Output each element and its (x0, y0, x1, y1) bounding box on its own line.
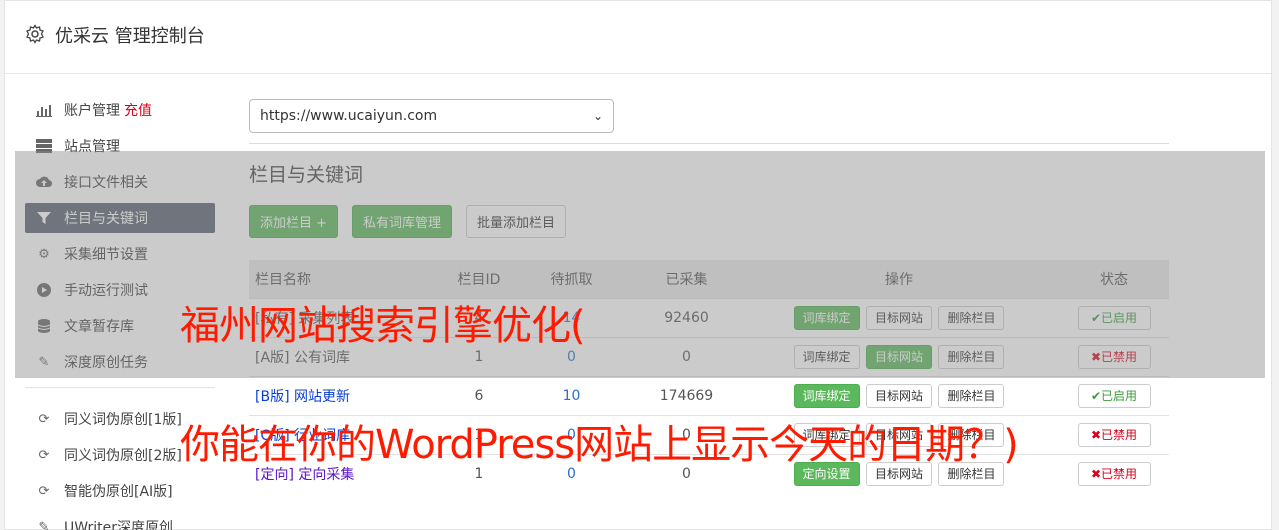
page-title: 优采云 管理控制台 (55, 26, 205, 47)
delete-column-button[interactable]: 删除栏目 (938, 383, 1005, 408)
header: 优采云 管理控制台 (5, 1, 1271, 74)
sidebar-item-label: UWriter深度原创 (64, 520, 173, 530)
sidebar-item-label: 同义词伪原创[1版] (64, 412, 182, 428)
sidebar-item-label: 智能伪原创[AI版] (64, 484, 173, 500)
target-site-button[interactable]: 目标网站 (865, 383, 932, 408)
status-label: 已启用 (1101, 388, 1138, 403)
status-label: 已禁用 (1101, 466, 1138, 481)
check-icon: ✔ (1090, 388, 1102, 403)
watermark-line-2: 你能在你的WordPress网站上显示今天的日期？) (180, 422, 1019, 468)
site-select-value: https://www.ucaiyun.com (260, 108, 438, 124)
site-select[interactable]: https://www.ucaiyun.com ⌄ (249, 99, 614, 133)
sidebar-item-label: 账户管理 (64, 103, 120, 119)
sidebar-item-ai-rewrite[interactable]: ⟳ 智能伪原创[AI版] (25, 476, 215, 506)
divider (249, 143, 1169, 144)
sidebar-item-account[interactable]: 账户管理 充值 (25, 95, 215, 125)
refresh-icon: ⟳ (38, 447, 50, 463)
close-icon: ✖ (1090, 427, 1102, 442)
collected-count: 174669 (634, 375, 739, 415)
status-badge[interactable]: ✖已禁用 (1077, 461, 1151, 486)
refresh-icon: ⟳ (38, 483, 50, 499)
watermark-line-1: 福州网站搜索引擎优化( (180, 303, 586, 349)
column-id: 6 (449, 375, 509, 415)
recharge-link[interactable]: 充值 (124, 100, 152, 120)
sidebar-divider (25, 387, 215, 388)
sidebar-item-uwriter[interactable]: ✎ UWriter深度原创 (25, 512, 215, 530)
bar-chart-icon (36, 102, 52, 118)
refresh-icon: ⟳ (38, 411, 50, 427)
pending-count[interactable]: 10 (563, 388, 581, 404)
status-badge[interactable]: ✔已启用 (1077, 383, 1151, 408)
table-row: [B版] 网站更新 6 10 174669 词库绑定 目标网站 删除栏目 ✔已启… (249, 375, 1169, 415)
sidebar-item-label: 同义词伪原创[2版] (64, 448, 182, 464)
status-label: 已禁用 (1101, 427, 1138, 442)
column-name[interactable]: [B版] 网站更新 (255, 389, 350, 405)
close-icon: ✖ (1090, 466, 1102, 481)
status-badge[interactable]: ✖已禁用 (1077, 422, 1151, 447)
gear-icon (26, 24, 44, 44)
lexicon-bind-button[interactable]: 词库绑定 (793, 383, 860, 408)
edit-icon: ✎ (38, 519, 50, 530)
chevron-down-icon: ⌄ (592, 109, 603, 123)
